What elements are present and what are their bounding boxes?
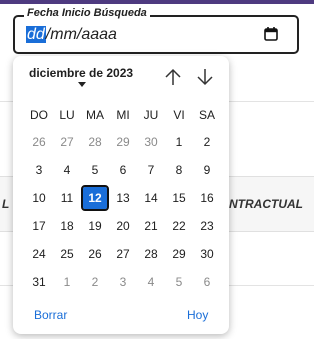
weekday-label: DO xyxy=(30,108,48,122)
weekday-label: VI xyxy=(173,108,185,122)
arrow-down-icon[interactable] xyxy=(194,66,216,88)
day-cell[interactable]: 29 xyxy=(167,243,191,265)
day-cell[interactable]: 4 xyxy=(139,271,163,293)
page-top-bar xyxy=(0,0,314,4)
selected-day-cell[interactable]: 12 xyxy=(81,185,109,211)
day-cell[interactable]: 18 xyxy=(55,215,79,237)
date-segment-day[interactable]: dd xyxy=(26,26,46,43)
day-cell[interactable]: 29 xyxy=(111,131,135,153)
day-cell[interactable]: 2 xyxy=(195,131,219,153)
day-cell[interactable]: 5 xyxy=(83,159,107,181)
day-cell[interactable]: 22 xyxy=(167,215,191,237)
day-cell[interactable]: 27 xyxy=(111,243,135,265)
day-cell[interactable]: 9 xyxy=(195,159,219,181)
day-cell[interactable]: 30 xyxy=(139,131,163,153)
day-cell[interactable]: 11 xyxy=(55,187,79,209)
day-cell[interactable]: 17 xyxy=(27,215,51,237)
date-field-value[interactable]: dd/mm/aaaa xyxy=(26,25,117,45)
day-cell[interactable]: 28 xyxy=(83,131,107,153)
calendar-icon[interactable] xyxy=(262,25,280,43)
date-field-legend: Fecha Inicio Búsqueda xyxy=(24,6,150,20)
day-cell[interactable]: 27 xyxy=(55,131,79,153)
day-cell[interactable]: 4 xyxy=(55,159,79,181)
table-header-left-cell: L xyxy=(2,197,10,211)
day-cell[interactable]: 10 xyxy=(27,187,51,209)
arrow-up-icon[interactable] xyxy=(162,66,184,88)
day-cell[interactable]: 26 xyxy=(27,131,51,153)
day-cell[interactable]: 16 xyxy=(195,187,219,209)
day-cell[interactable]: 6 xyxy=(111,159,135,181)
day-cell[interactable]: 14 xyxy=(139,187,163,209)
day-cell[interactable]: 13 xyxy=(111,187,135,209)
day-cell[interactable]: 23 xyxy=(195,215,219,237)
day-cell[interactable]: 25 xyxy=(55,243,79,265)
today-button[interactable]: Hoy xyxy=(187,308,208,322)
day-cell[interactable]: 6 xyxy=(195,271,219,293)
day-cell[interactable]: 1 xyxy=(55,271,79,293)
day-cell[interactable]: 20 xyxy=(111,215,135,237)
weekday-label: SA xyxy=(198,108,215,122)
weekday-label: LU xyxy=(59,108,75,122)
day-cell[interactable]: 1 xyxy=(167,131,191,153)
day-cell[interactable]: 28 xyxy=(139,243,163,265)
date-segment-rest[interactable]: /mm/aaaa xyxy=(46,26,117,43)
clear-button[interactable]: Borrar xyxy=(34,308,67,322)
day-cell[interactable]: 15 xyxy=(167,187,191,209)
weekday-label: MA xyxy=(86,108,104,122)
day-cell[interactable]: 24 xyxy=(27,243,51,265)
day-cell[interactable]: 7 xyxy=(139,159,163,181)
day-cell[interactable]: 19 xyxy=(83,215,107,237)
weekday-label: MI xyxy=(116,108,130,122)
day-cell[interactable]: 3 xyxy=(111,271,135,293)
day-cell[interactable]: 5 xyxy=(167,271,191,293)
table-header-contractual-cell: NTRACTUAL xyxy=(229,197,303,211)
day-cell[interactable]: 21 xyxy=(139,215,163,237)
month-year-select[interactable]: diciembre de 2023 xyxy=(29,66,133,80)
day-cell[interactable]: 26 xyxy=(83,243,107,265)
day-cell[interactable]: 30 xyxy=(195,243,219,265)
day-cell[interactable]: 8 xyxy=(167,159,191,181)
day-cell[interactable]: 3 xyxy=(27,159,51,181)
caret-down-icon[interactable] xyxy=(78,82,86,87)
weekday-label: JU xyxy=(143,108,159,122)
day-cell[interactable]: 2 xyxy=(83,271,107,293)
day-cell[interactable]: 31 xyxy=(27,271,51,293)
calendar-popup: diciembre de 2023 DO LU MA MI JU VI SA 26 27 28 2… xyxy=(13,56,229,334)
